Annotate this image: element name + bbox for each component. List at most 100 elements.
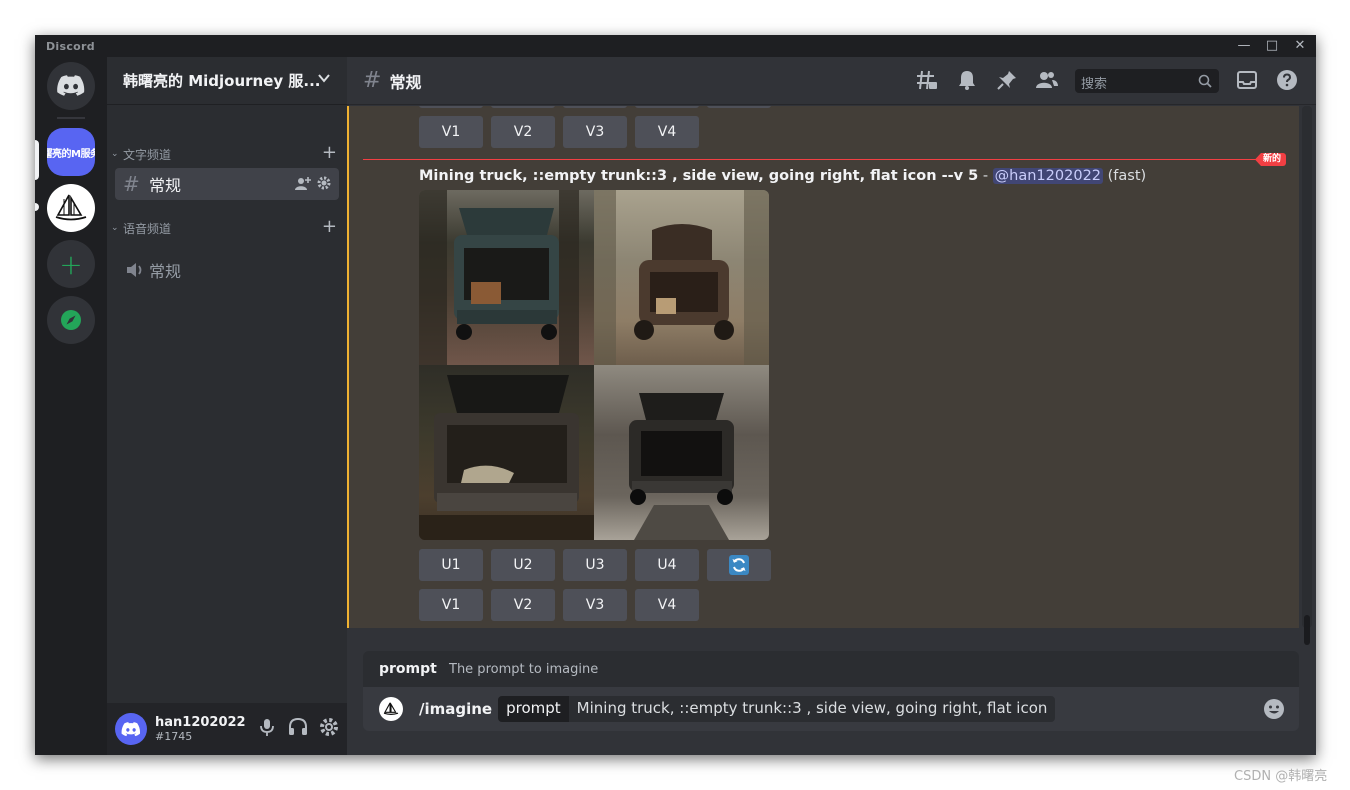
app-name: Discord: [46, 40, 95, 53]
image-tile-4: [594, 365, 769, 540]
user-meta[interactable]: han1202022 #1745: [155, 715, 246, 743]
variation-button-4[interactable]: V4: [635, 116, 699, 148]
hash-icon: #: [123, 172, 140, 196]
channel-topbar: # 常规 搜索: [347, 57, 1316, 105]
sailboat-icon: [55, 194, 87, 221]
avatar[interactable]: [115, 713, 147, 745]
main-panel: # 常规 搜索 V1 V2 V3 V4 新的 Mining truck,::e…: [347, 57, 1316, 755]
discord-icon: [57, 75, 85, 96]
car-trunk-image: [594, 190, 769, 365]
voice-channel-general[interactable]: 常规: [115, 254, 339, 286]
add-server-button[interactable]: +: [47, 240, 95, 288]
server-midjourney-private[interactable]: 曙亮的M服务: [47, 128, 95, 176]
variation-button-1[interactable]: V1: [419, 589, 483, 621]
channel-settings-gear-icon[interactable]: [317, 176, 331, 190]
discord-icon: [121, 721, 141, 736]
explore-servers-button[interactable]: [47, 296, 95, 344]
chevron-down-icon: [318, 74, 330, 83]
emoji-icon[interactable]: [1263, 698, 1285, 720]
user-mention[interactable]: @han1202022: [992, 168, 1104, 184]
category-label: 语音频道: [123, 221, 172, 236]
command-parameter[interactable]: prompt Mining truck, ::empty trunk::3 , …: [498, 696, 1056, 722]
car-trunk-image: [419, 190, 579, 365]
channel-sidebar: 韩曙亮的 Midjourney 服... ⌄ 文字频道 + # 常规 ⌄ 语音频…: [107, 57, 347, 755]
member-list-icon[interactable]: [1035, 69, 1059, 91]
minimize-icon[interactable]: —: [1231, 37, 1257, 55]
command-option-hint[interactable]: prompt The prompt to imagine: [363, 651, 1299, 687]
upscale-button-2[interactable]: U2: [491, 549, 555, 581]
upper-variation-row: V1 V2 V3 V4: [419, 116, 699, 148]
microphone-icon[interactable]: [257, 717, 277, 737]
speaker-icon: [127, 263, 142, 277]
user-settings-gear-icon[interactable]: [319, 717, 339, 737]
upscale-button-4[interactable]: U4: [635, 549, 699, 581]
channel-general[interactable]: # 常规: [115, 168, 339, 200]
variation-button-3[interactable]: V3: [563, 116, 627, 148]
bell-icon[interactable]: [956, 69, 978, 91]
new-messages-divider: [363, 159, 1286, 160]
chat-scrollbar-track[interactable]: [1302, 106, 1312, 628]
variation-button-4[interactable]: V4: [635, 589, 699, 621]
invite-member-icon[interactable]: [295, 176, 311, 192]
parameter-name: prompt: [498, 696, 569, 722]
clipped-button-row: [419, 106, 771, 108]
watermark: CSDN @韩曙亮: [1234, 769, 1328, 784]
image-grid[interactable]: [419, 190, 769, 540]
create-channel-plus-icon[interactable]: +: [322, 142, 337, 163]
slash-command: /imagine: [419, 700, 493, 718]
variation-button-2[interactable]: V2: [491, 589, 555, 621]
sailboat-icon: [383, 702, 399, 715]
image-tile-3: [419, 365, 594, 540]
channel-title: 常规: [389, 72, 422, 92]
car-trunk-image: [629, 393, 734, 540]
chat-scrollbar-thumb[interactable]: [1304, 615, 1310, 645]
guild-header[interactable]: 韩曙亮的 Midjourney 服...: [107, 57, 347, 105]
caret-down-icon: ⌄: [111, 149, 119, 159]
variation-button-1[interactable]: V1: [419, 116, 483, 148]
guild-name: 韩曙亮的 Midjourney 服...: [123, 72, 321, 90]
message-composer[interactable]: /imagine prompt Mining truck, ::empty tr…: [363, 687, 1299, 731]
close-icon[interactable]: ✕: [1287, 37, 1313, 55]
message-content: Mining truck, ::empty trunk::3 , side vi…: [419, 168, 1146, 184]
upscale-button-1[interactable]: U1: [419, 549, 483, 581]
username: han1202022: [155, 715, 246, 730]
parameter-value[interactable]: Mining truck, ::empty trunk::3 , side vi…: [568, 696, 1056, 722]
car-trunk-image: [419, 375, 594, 540]
discord-home-button[interactable]: [47, 62, 95, 110]
inbox-icon[interactable]: [1236, 69, 1258, 91]
refresh-icon: [729, 555, 749, 575]
category-label: 文字频道: [123, 147, 172, 162]
maximize-icon[interactable]: □: [1259, 37, 1285, 55]
option-description: The prompt to imagine: [449, 662, 599, 677]
help-icon[interactable]: [1276, 69, 1298, 91]
new-messages-badge: 新的: [1255, 153, 1287, 166]
channel-name: 常规: [149, 176, 182, 195]
message-list: V1 V2 V3 V4 新的 Mining truck, ::empty tru…: [347, 106, 1299, 628]
create-channel-plus-icon[interactable]: +: [322, 216, 337, 237]
server-label: 曙亮的M服务: [47, 148, 95, 160]
pin-icon[interactable]: [996, 69, 1018, 91]
headphones-icon[interactable]: [287, 717, 309, 737]
search-placeholder: 搜索: [1081, 77, 1108, 92]
variation-row: V1 V2 V3 V4: [419, 589, 699, 621]
user-tag: #1745: [155, 730, 193, 743]
threads-icon[interactable]: [916, 69, 938, 91]
server-rail: 曙亮的M服务 +: [35, 57, 107, 755]
upscale-button-3[interactable]: U3: [563, 549, 627, 581]
titlebar: Discord — □ ✕: [35, 35, 1316, 57]
variation-button-3[interactable]: V3: [563, 589, 627, 621]
search-icon: [1198, 74, 1212, 88]
server-midjourney[interactable]: [47, 184, 95, 232]
category-voice[interactable]: ⌄ 语音频道 +: [111, 216, 343, 237]
message-separator: -: [978, 168, 993, 184]
search-input[interactable]: 搜索: [1075, 69, 1219, 93]
image-tile-2: [594, 190, 769, 365]
plus-icon: +: [59, 247, 83, 281]
category-text[interactable]: ⌄ 文字频道 +: [111, 142, 343, 163]
discord-window: Discord — □ ✕ 曙亮的M服务 + 韩曙亮的 Midjourney 服…: [35, 35, 1316, 755]
variation-button-2[interactable]: V2: [491, 116, 555, 148]
option-name: prompt: [379, 661, 437, 677]
generation-mode: (fast): [1103, 168, 1147, 184]
upscale-row: U1 U2 U3 U4: [419, 549, 771, 581]
reroll-button[interactable]: [707, 549, 771, 581]
